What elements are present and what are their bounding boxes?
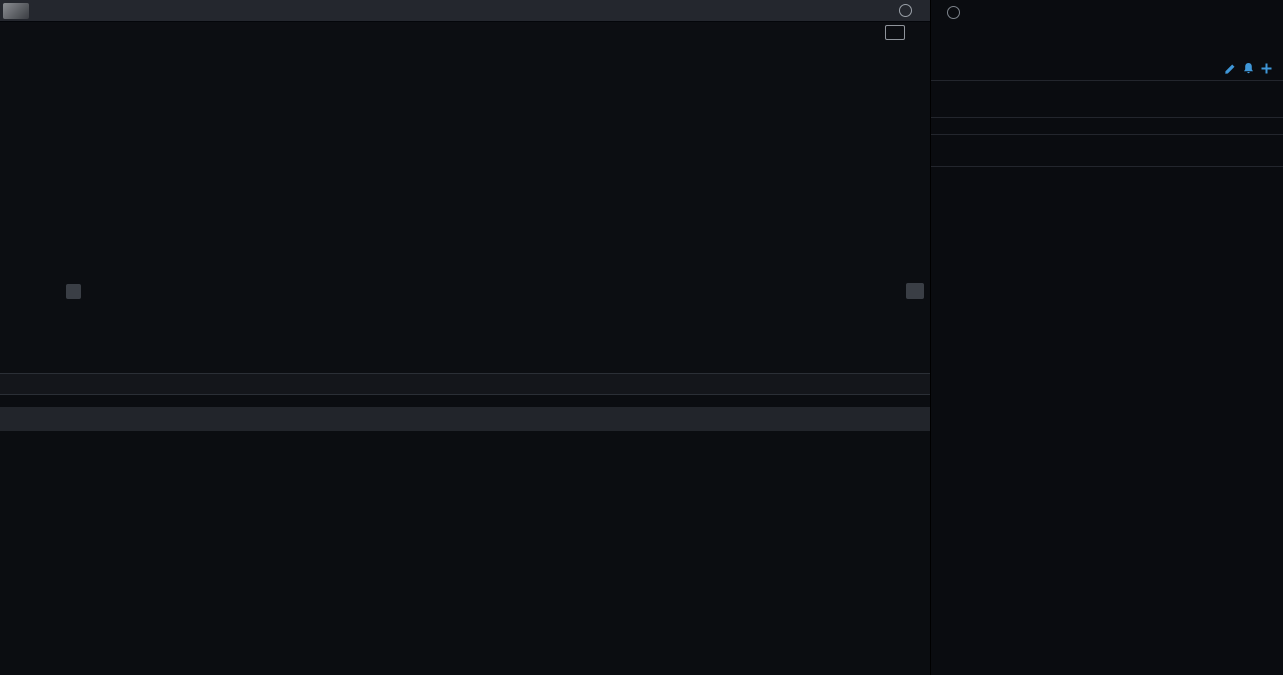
indicator-help-icon[interactable] — [66, 284, 81, 299]
nav-section — [931, 81, 1283, 118]
realtime-grid — [941, 122, 1273, 128]
trading-terminal — [0, 0, 1283, 675]
flow-bar-dates — [941, 368, 1273, 392]
wp-badge[interactable] — [885, 25, 905, 40]
close-icon[interactable] — [906, 283, 924, 299]
add-icon[interactable] — [1260, 62, 1273, 75]
flow-stats-table — [931, 392, 1283, 398]
intraday-chart[interactable] — [0, 44, 930, 258]
liangbi-header — [66, 284, 101, 299]
realtime-section — [931, 118, 1283, 135]
flow-bar-chart — [941, 196, 1273, 368]
price-row — [931, 24, 1283, 60]
quote-action-icons — [1219, 62, 1273, 75]
quote-header — [931, 0, 1283, 24]
liangbi-chart[interactable] — [0, 280, 930, 373]
shenshu-section — [931, 135, 1283, 167]
constituents-table — [0, 395, 930, 675]
toolbar-right — [881, 4, 930, 17]
quote-panel — [930, 0, 1283, 675]
indicator-tabs — [0, 373, 930, 395]
table-body — [0, 431, 930, 675]
table-header-row — [0, 407, 930, 431]
alert-bell-icon[interactable] — [1242, 62, 1255, 75]
edit-icon[interactable] — [1224, 62, 1237, 75]
help-icon[interactable] — [899, 4, 912, 17]
top-toolbar — [0, 0, 930, 22]
time-axis — [0, 258, 930, 280]
nav-returns — [941, 106, 1273, 111]
info-icon[interactable] — [947, 6, 960, 19]
app-logo-icon — [3, 3, 29, 19]
exchange-row — [931, 60, 1283, 81]
flow-section — [931, 167, 1283, 392]
chart-info-bar — [0, 22, 930, 44]
